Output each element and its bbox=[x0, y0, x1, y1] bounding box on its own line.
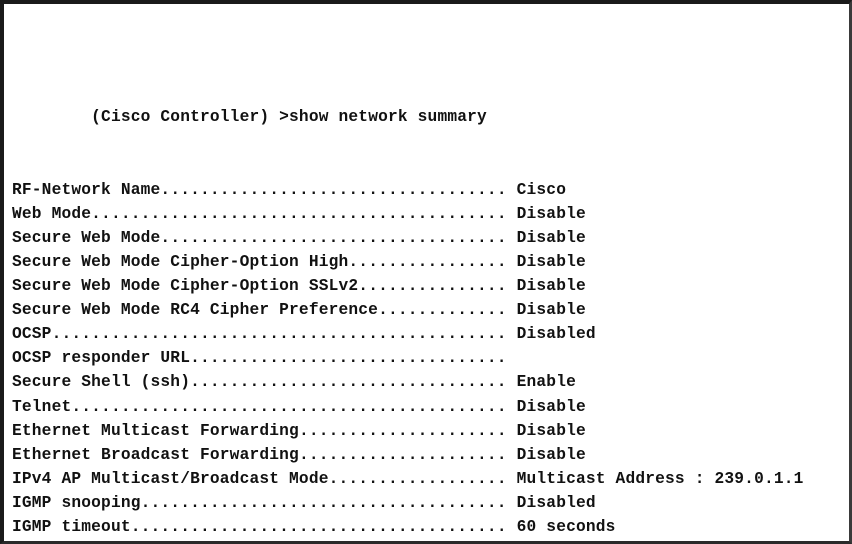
dot-leader: ........................................… bbox=[91, 204, 507, 223]
summary-row-label: Secure Web Mode Cipher-Option SSLv2 bbox=[12, 277, 359, 296]
summary-row-label: Secure Shell (ssh) bbox=[12, 373, 191, 392]
summary-row: IGMP snooping...........................… bbox=[12, 491, 849, 515]
summary-row-label: Ethernet Broadcast Forwarding bbox=[12, 445, 299, 464]
dot-leader: ................................ bbox=[190, 349, 507, 368]
dot-leader: ................................ bbox=[190, 373, 507, 392]
network-summary-rows: RF-Network Name.........................… bbox=[12, 178, 849, 541]
summary-row-value: Disable bbox=[506, 277, 586, 296]
summary-row-value: Disable bbox=[506, 301, 586, 320]
terminal-window[interactable]: (Cisco Controller) >show network summary… bbox=[4, 4, 849, 541]
summary-row-value: Disabled bbox=[506, 493, 596, 512]
dot-leader: ........................................… bbox=[51, 325, 507, 344]
terminal-output: (Cisco Controller) >show network summary… bbox=[12, 9, 849, 541]
summary-row-value: Disable bbox=[506, 421, 586, 440]
dot-leader: ................ bbox=[348, 252, 507, 271]
dot-leader: ............. bbox=[378, 301, 507, 320]
summary-row: Ethernet Multicast Forwarding...........… bbox=[12, 419, 849, 443]
summary-row-value: Multicast Address : 239.0.1.1 bbox=[506, 469, 804, 488]
summary-row-value: Disabled bbox=[506, 325, 596, 344]
summary-row: Secure Web Mode RC4 Cipher Preference...… bbox=[12, 298, 849, 322]
summary-row-label: OCSP bbox=[12, 325, 52, 344]
dot-leader: ..................................... bbox=[140, 493, 507, 512]
dot-leader: ..................... bbox=[298, 445, 507, 464]
summary-row-label: OCSP responder URL bbox=[12, 349, 191, 368]
summary-row: IGMP timeout............................… bbox=[12, 515, 849, 539]
summary-row-value: Disable bbox=[506, 252, 586, 271]
summary-row-label: Ethernet Multicast Forwarding bbox=[12, 421, 299, 440]
summary-row: Web Mode................................… bbox=[12, 202, 849, 226]
summary-row: Secure Web Mode Cipher-Option SSLv2.....… bbox=[12, 274, 849, 298]
summary-row-label: Web Mode bbox=[12, 204, 92, 223]
summary-row-label: Secure Web Mode Cipher-Option High bbox=[12, 252, 349, 271]
summary-row-value: 60 seconds bbox=[506, 517, 616, 536]
summary-row-value: Disable bbox=[506, 204, 586, 223]
summary-row-label: Secure Web Mode RC4 Cipher Preference bbox=[12, 301, 379, 320]
summary-row-label: IGMP timeout bbox=[12, 517, 131, 536]
summary-row: IGMP Query Interval.....................… bbox=[12, 539, 849, 541]
summary-row: Secure Web Mode.........................… bbox=[12, 226, 849, 250]
summary-row-value: Disable bbox=[506, 445, 586, 464]
summary-row: Secure Shell (ssh)......................… bbox=[12, 370, 849, 394]
summary-row-label: IPv4 AP Multicast/Broadcast Mode bbox=[12, 469, 329, 488]
dot-leader: ........................................… bbox=[71, 397, 507, 416]
summary-row-label: RF-Network Name bbox=[12, 180, 161, 199]
summary-row: Ethernet Broadcast Forwarding...........… bbox=[12, 443, 849, 467]
summary-row: IPv4 AP Multicast/Broadcast Mode........… bbox=[12, 467, 849, 491]
summary-row: OCSP....................................… bbox=[12, 322, 849, 346]
summary-row: RF-Network Name.........................… bbox=[12, 178, 849, 202]
summary-row-value: Disable bbox=[506, 397, 586, 416]
command-prompt-text: (Cisco Controller) >show network summary bbox=[91, 108, 487, 127]
summary-row: Telnet..................................… bbox=[12, 395, 849, 419]
summary-row: OCSP responder URL......................… bbox=[12, 346, 849, 370]
summary-row-value: Disable bbox=[506, 228, 586, 247]
dot-leader: .................. bbox=[328, 469, 507, 488]
summary-row-label: Secure Web Mode bbox=[12, 228, 161, 247]
summary-row-label: IGMP snooping bbox=[12, 493, 141, 512]
dot-leader: ................................... bbox=[160, 180, 507, 199]
summary-row-value: Cisco bbox=[506, 180, 567, 199]
summary-row-label: Telnet bbox=[12, 397, 72, 416]
dot-leader: ...................................... bbox=[130, 517, 507, 536]
summary-row-value: Enable bbox=[506, 373, 576, 392]
dot-leader: ............... bbox=[358, 277, 507, 296]
dot-leader: ..................... bbox=[298, 421, 507, 440]
dot-leader: ................................... bbox=[160, 228, 507, 247]
terminal-screenshot: (Cisco Controller) >show network summary… bbox=[0, 0, 852, 544]
command-prompt-line: (Cisco Controller) >show network summary bbox=[12, 81, 849, 126]
summary-row: Secure Web Mode Cipher-Option High......… bbox=[12, 250, 849, 274]
